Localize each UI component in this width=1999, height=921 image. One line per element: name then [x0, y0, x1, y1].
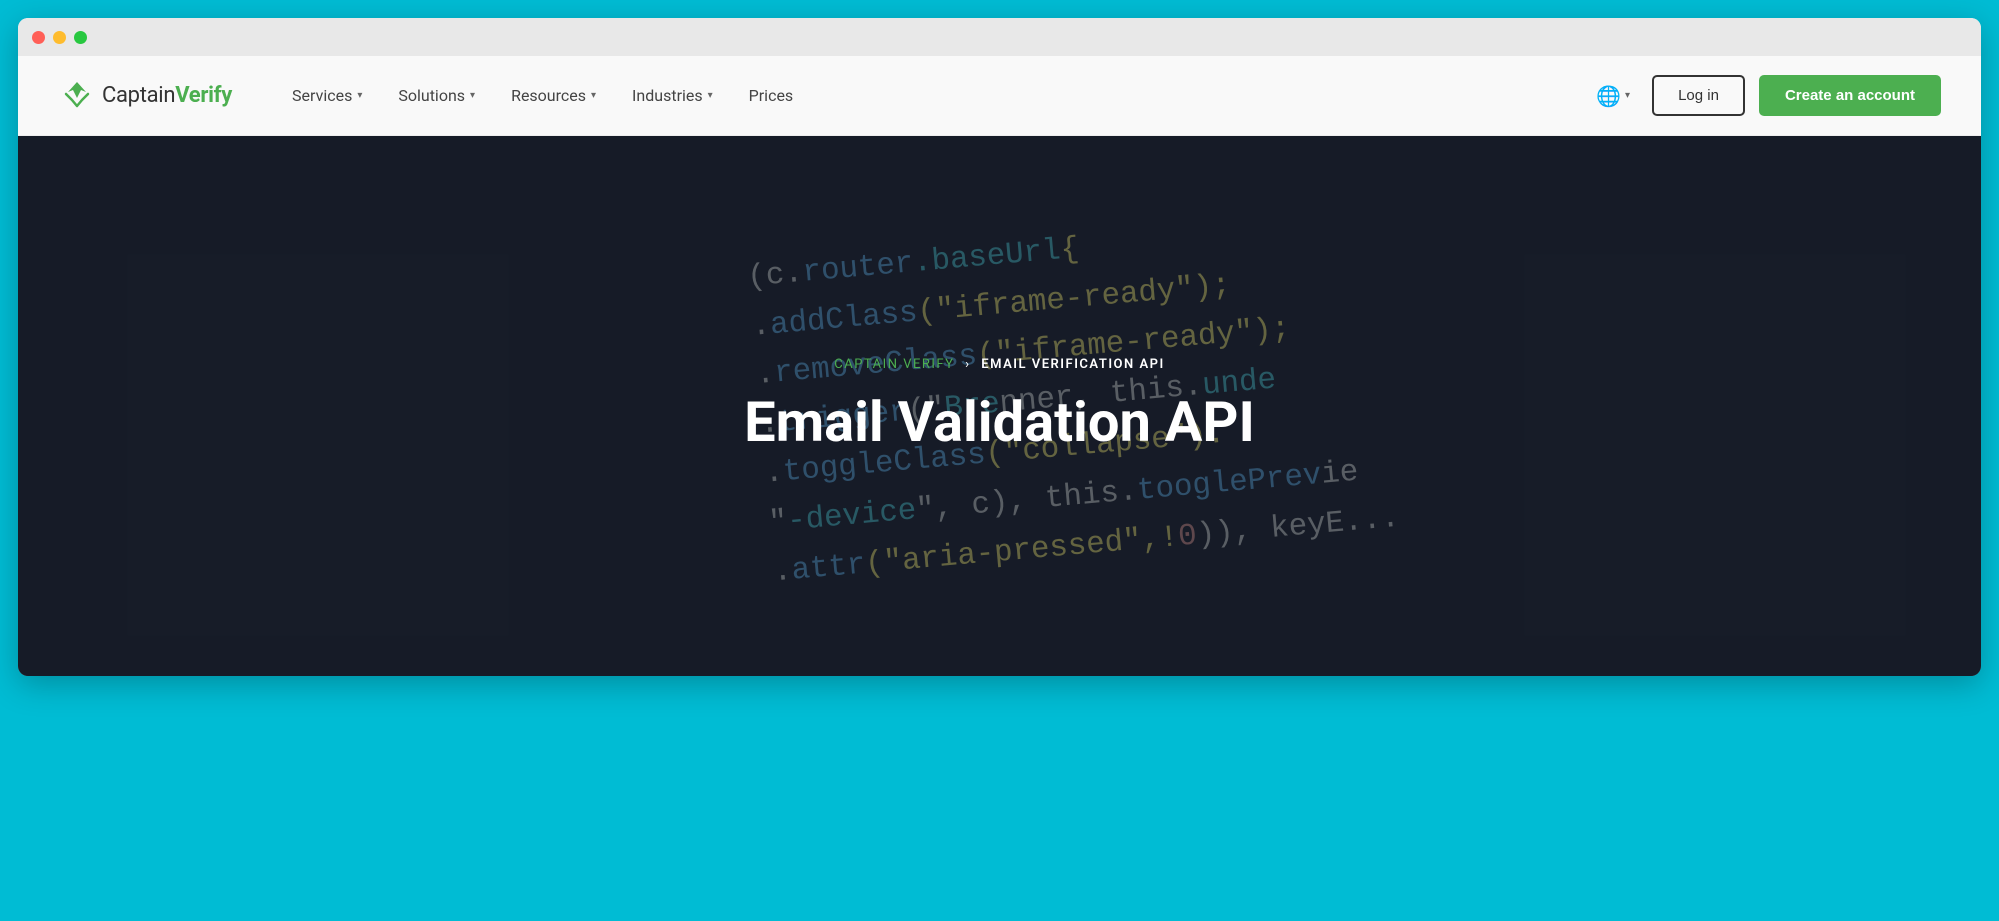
- chevron-down-icon: ▾: [1625, 90, 1630, 101]
- breadcrumb-home[interactable]: CAPTAIN VERIFY: [834, 357, 954, 372]
- traffic-light-fullscreen[interactable]: [74, 31, 87, 44]
- login-button[interactable]: Log in: [1652, 75, 1745, 116]
- breadcrumb-separator: ›: [965, 357, 970, 372]
- create-account-button[interactable]: Create an account: [1759, 75, 1941, 116]
- navbar: CaptainVerify Services ▾ Solutions ▾ Res…: [18, 56, 1981, 136]
- language-selector[interactable]: 🌐 ▾: [1588, 78, 1638, 114]
- nav-links: Services ▾ Solutions ▾ Resources ▾ Indus…: [292, 86, 1588, 105]
- logo-text: CaptainVerify: [102, 83, 232, 108]
- chevron-down-icon: ▾: [591, 90, 596, 101]
- nav-item-services[interactable]: Services ▾: [292, 86, 362, 105]
- nav-item-resources[interactable]: Resources ▾: [511, 86, 596, 105]
- nav-item-solutions[interactable]: Solutions ▾: [398, 86, 475, 105]
- chevron-down-icon: ▾: [357, 90, 362, 101]
- hero-title: Email Validation API: [744, 390, 1255, 454]
- nav-item-industries[interactable]: Industries ▾: [632, 86, 713, 105]
- logo[interactable]: CaptainVerify: [58, 80, 232, 112]
- logo-icon: [58, 80, 96, 112]
- breadcrumb-current: EMAIL VERIFICATION API: [981, 357, 1164, 372]
- nav-item-prices[interactable]: Prices: [749, 86, 794, 105]
- traffic-light-close[interactable]: [32, 31, 45, 44]
- chevron-down-icon: ▾: [708, 90, 713, 101]
- breadcrumb: CAPTAIN VERIFY › EMAIL VERIFICATION API: [744, 357, 1255, 372]
- nav-actions: 🌐 ▾ Log in Create an account: [1588, 75, 1941, 116]
- browser-titlebar: [18, 18, 1981, 56]
- traffic-light-minimize[interactable]: [53, 31, 66, 44]
- hero-content: CAPTAIN VERIFY › EMAIL VERIFICATION API …: [744, 357, 1255, 454]
- hero-section: (c.router.baseUrl{ .addClass("iframe-rea…: [18, 136, 1981, 676]
- browser-window: CaptainVerify Services ▾ Solutions ▾ Res…: [18, 18, 1981, 676]
- globe-icon: 🌐: [1596, 84, 1621, 108]
- chevron-down-icon: ▾: [470, 90, 475, 101]
